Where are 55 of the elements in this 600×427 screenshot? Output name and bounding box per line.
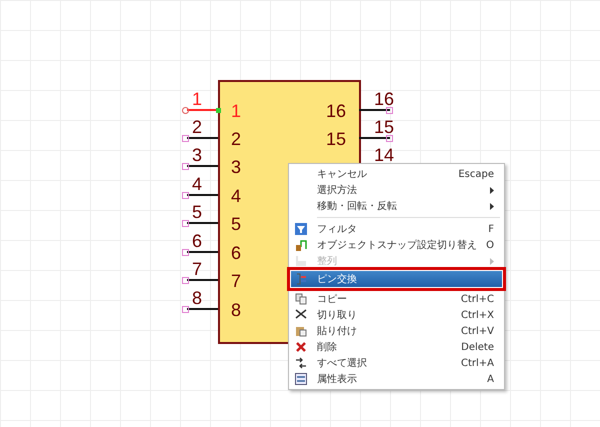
- pin-label: 3: [231, 158, 242, 176]
- pin-number: 6: [192, 232, 202, 250]
- menu-item[interactable]: キャンセル Escape: [291, 166, 502, 182]
- menu-item[interactable]: オブジェクトスナップ設定切り替え O: [291, 237, 502, 253]
- menu-item[interactable]: 選択方法: [291, 182, 502, 198]
- pin-label: 4: [231, 187, 242, 205]
- pin-end: [182, 135, 189, 142]
- menu-item[interactable]: 貼り付け Ctrl+V: [291, 323, 502, 339]
- menu-item[interactable]: 移動・回転・反転: [291, 198, 502, 214]
- pin-end: [182, 249, 189, 256]
- scissors-icon: [295, 309, 307, 321]
- pin-label: 2: [231, 130, 242, 148]
- pin-label: 16: [326, 102, 346, 120]
- pin-number: 1: [192, 90, 202, 108]
- pin-label: 1: [231, 102, 242, 120]
- pin-line: [359, 137, 390, 139]
- pin-number: 4: [192, 175, 202, 193]
- pin-end: [386, 107, 393, 114]
- pin-end: [182, 192, 189, 199]
- pin-label: 6: [231, 244, 242, 262]
- pin-swap-icon: [295, 273, 307, 285]
- pin-number: 16: [374, 90, 394, 108]
- paste-icon: [295, 325, 307, 337]
- pin-number: 3: [192, 146, 202, 164]
- align-icon: [295, 255, 307, 267]
- pin-line: [359, 109, 390, 111]
- pin-number: 5: [192, 203, 202, 221]
- properties-icon: [295, 373, 307, 385]
- arrows-icon: [295, 357, 307, 369]
- delete-icon: [295, 341, 307, 353]
- menu-item[interactable]: フィルタ F: [291, 221, 502, 237]
- pin-number: 2: [192, 118, 202, 136]
- pin-number: 14: [374, 146, 394, 164]
- menu-item[interactable]: コピー Ctrl+C: [291, 291, 502, 307]
- pin-number: 7: [192, 260, 202, 278]
- pin-end: [182, 220, 189, 227]
- pin-number: 8: [192, 289, 202, 307]
- menu-item[interactable]: 切り取り Ctrl+X: [291, 307, 502, 323]
- pin-end: [182, 163, 189, 170]
- pin-end: [182, 306, 189, 313]
- filter-icon: [295, 223, 307, 235]
- copy-icon: [295, 293, 307, 305]
- menu-item[interactable]: すべて選択 Ctrl+A: [291, 355, 502, 371]
- snap-icon: [295, 239, 307, 251]
- menu-item[interactable]: 属性表示 A: [291, 371, 502, 387]
- pin-label: 8: [231, 301, 242, 319]
- menu-item[interactable]: ピン交換: [291, 271, 502, 287]
- pin-label: 5: [231, 215, 242, 233]
- pin-label: 7: [231, 272, 242, 290]
- pin-end: [386, 135, 393, 142]
- pin-number: 15: [374, 118, 394, 136]
- menu-item[interactable]: 削除 Delete: [291, 339, 502, 355]
- pin-label: 15: [326, 130, 346, 148]
- pin-end: [182, 277, 189, 284]
- pin-end: [182, 107, 189, 114]
